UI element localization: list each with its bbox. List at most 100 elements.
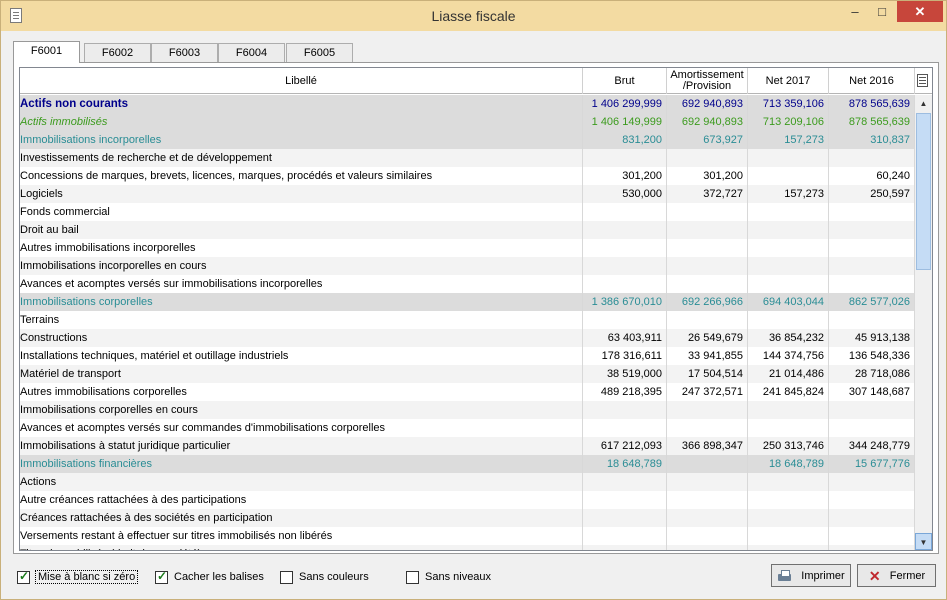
row-label: Versements restant à effectuer sur titre… [20, 527, 583, 545]
window-close-button[interactable]: ✕ [897, 1, 943, 22]
cell-amortissement: 247 372,571 [667, 383, 748, 401]
table-row[interactable]: Autres immobilisations corporelles 489 21… [20, 383, 915, 401]
checkbox-sans-couleurs[interactable] [280, 570, 293, 584]
window-title: Liasse fiscale [431, 8, 516, 24]
table-row[interactable]: Immobilisations corporelles en cours [20, 401, 915, 419]
tab-f6001[interactable]: F6001 [13, 41, 80, 63]
option-sans-couleurs[interactable]: Sans couleurs [280, 569, 369, 585]
table-row[interactable]: Avances et acomptes versés sur commandes… [20, 419, 915, 437]
checkbox-mise-a-blanc[interactable] [17, 569, 30, 584]
row-label: Immobilisations à statut juridique parti… [20, 437, 583, 455]
table-row[interactable]: Immobilisations incorporelles en cours [20, 257, 915, 275]
table-row[interactable]: Investissements de recherche et de dével… [20, 149, 915, 167]
table-row[interactable]: Créances rattachées à des sociétés en pa… [20, 509, 915, 527]
table-row[interactable]: Concessions de marques, brevets, licence… [20, 167, 915, 185]
printer-icon [777, 569, 793, 583]
cell-amortissement: 17 504,514 [667, 365, 748, 383]
cell-amortissement [667, 455, 748, 473]
row-label: Logiciels [20, 185, 583, 203]
cell-brut: 831,200 [583, 131, 667, 149]
tab-f6003[interactable]: F6003 [151, 43, 218, 62]
cell-net-2016 [829, 311, 915, 329]
cell-net-2016 [829, 527, 915, 545]
cell-amortissement [667, 257, 748, 275]
cell-brut: 38 519,000 [583, 365, 667, 383]
cell-brut: 617 212,093 [583, 437, 667, 455]
table-row[interactable]: Immobilisations à statut juridique parti… [20, 437, 915, 455]
title-bar[interactable]: Liasse fiscale ‒ □ ✕ [1, 1, 946, 31]
cell-amortissement: 692 940,893 [667, 95, 748, 113]
grid-body: Actifs non courants 1 406 299,999 692 940,… [20, 95, 915, 550]
cell-net-2017: 157,273 [748, 131, 829, 149]
column-header-net-2016[interactable]: Net 2016 [829, 68, 915, 94]
tab-f6002[interactable]: F6002 [84, 43, 151, 62]
cell-net-2017: 250 313,746 [748, 437, 829, 455]
cell-amortissement [667, 275, 748, 293]
table-row[interactable]: Droit au bail [20, 221, 915, 239]
minimize-button[interactable]: ‒ [842, 1, 868, 22]
column-header-brut[interactable]: Brut [583, 68, 667, 94]
cell-net-2016: 60,240 [829, 167, 915, 185]
cell-net-2016 [829, 491, 915, 509]
cell-amortissement: 372,727 [667, 185, 748, 203]
option-label: Mise à blanc si zéro [34, 570, 139, 584]
table-row[interactable]: Actions [20, 473, 915, 491]
column-header-amortissement[interactable]: Amortissement /Provision [667, 68, 748, 94]
balance-grid[interactable]: Libellé Brut Amortissement /Provision Ne… [19, 67, 933, 551]
table-row[interactable]: Titres immobilisés (droit de propriété) [20, 545, 915, 550]
table-row[interactable]: Terrains [20, 311, 915, 329]
section-row[interactable]: Immobilisations incorporelles 831,200 673,… [20, 131, 915, 149]
row-label: Concessions de marques, brevets, licence… [20, 167, 583, 185]
option-mise-a-blanc[interactable]: Mise à blanc si zéro [17, 569, 139, 585]
table-row[interactable]: Versements restant à effectuer sur titre… [20, 527, 915, 545]
section-row[interactable]: Actifs non courants 1 406 299,999 692 940,… [20, 95, 915, 113]
table-row[interactable]: Avances et acomptes versés sur immobilis… [20, 275, 915, 293]
cell-amortissement [667, 419, 748, 437]
column-config-icon[interactable] [917, 74, 928, 87]
table-row[interactable]: Matériel de transport 38 519,000 17 504,51… [20, 365, 915, 383]
cell-net-2017: 157,273 [748, 185, 829, 203]
table-row[interactable]: Constructions 63 403,911 26 549,679 36 854,… [20, 329, 915, 347]
cell-amortissement [667, 491, 748, 509]
cell-brut: 301,200 [583, 167, 667, 185]
column-header-libelle[interactable]: Libellé [20, 68, 583, 94]
tab-f6004[interactable]: F6004 [218, 43, 285, 62]
scroll-thumb[interactable] [916, 113, 931, 270]
cell-amortissement [667, 239, 748, 257]
cell-net-2017 [748, 257, 829, 275]
row-label: Actions [20, 473, 583, 491]
section-row[interactable]: Immobilisations financières 18 648,789 18 … [20, 455, 915, 473]
checkbox-cacher-balises[interactable] [155, 569, 168, 584]
scroll-up-button[interactable]: ▲ [915, 95, 932, 112]
column-header-amortissement-line2: /Provision [682, 80, 732, 92]
cell-net-2017 [748, 239, 829, 257]
column-header-net-2017[interactable]: Net 2017 [748, 68, 829, 94]
cell-net-2016: 307 148,687 [829, 383, 915, 401]
cell-amortissement: 301,200 [667, 167, 748, 185]
table-row[interactable]: Installations techniques, matériel et ou… [20, 347, 915, 365]
option-sans-niveaux[interactable]: Sans niveaux [406, 569, 491, 585]
table-row[interactable]: Autre créances rattachées à des particip… [20, 491, 915, 509]
scroll-down-button[interactable]: ▼ [915, 533, 932, 550]
cell-brut: 18 648,789 [583, 455, 667, 473]
section-row[interactable]: Actifs immobilisés 1 406 149,999 692 940,8… [20, 113, 915, 131]
close-button[interactable]: ✕ Fermer [857, 564, 936, 587]
cell-net-2016: 878 565,639 [829, 113, 915, 131]
vertical-scrollbar[interactable]: ▲ ▼ [915, 95, 932, 550]
cell-net-2017: 694 403,044 [748, 293, 829, 311]
bottom-bar: Mise à blanc si zéro Cacher les balises … [9, 564, 939, 590]
tab-f6005[interactable]: F6005 [286, 43, 353, 62]
option-cacher-balises[interactable]: Cacher les balises [155, 569, 264, 585]
maximize-button[interactable]: □ [869, 1, 895, 22]
cell-net-2016 [829, 257, 915, 275]
table-row[interactable]: Autres immobilisations incorporelles [20, 239, 915, 257]
checkbox-sans-niveaux[interactable] [406, 570, 419, 584]
option-label: Cacher les balises [174, 571, 264, 583]
cell-net-2017: 36 854,232 [748, 329, 829, 347]
table-row[interactable]: Fonds commercial [20, 203, 915, 221]
print-button[interactable]: Imprimer [771, 564, 851, 587]
row-label: Immobilisations corporelles [20, 293, 583, 311]
section-row[interactable]: Immobilisations corporelles 1 386 670,010… [20, 293, 915, 311]
row-label: Actifs immobilisés [20, 113, 583, 131]
table-row[interactable]: Logiciels 530,000 372,727 157,273 250,597 [20, 185, 915, 203]
